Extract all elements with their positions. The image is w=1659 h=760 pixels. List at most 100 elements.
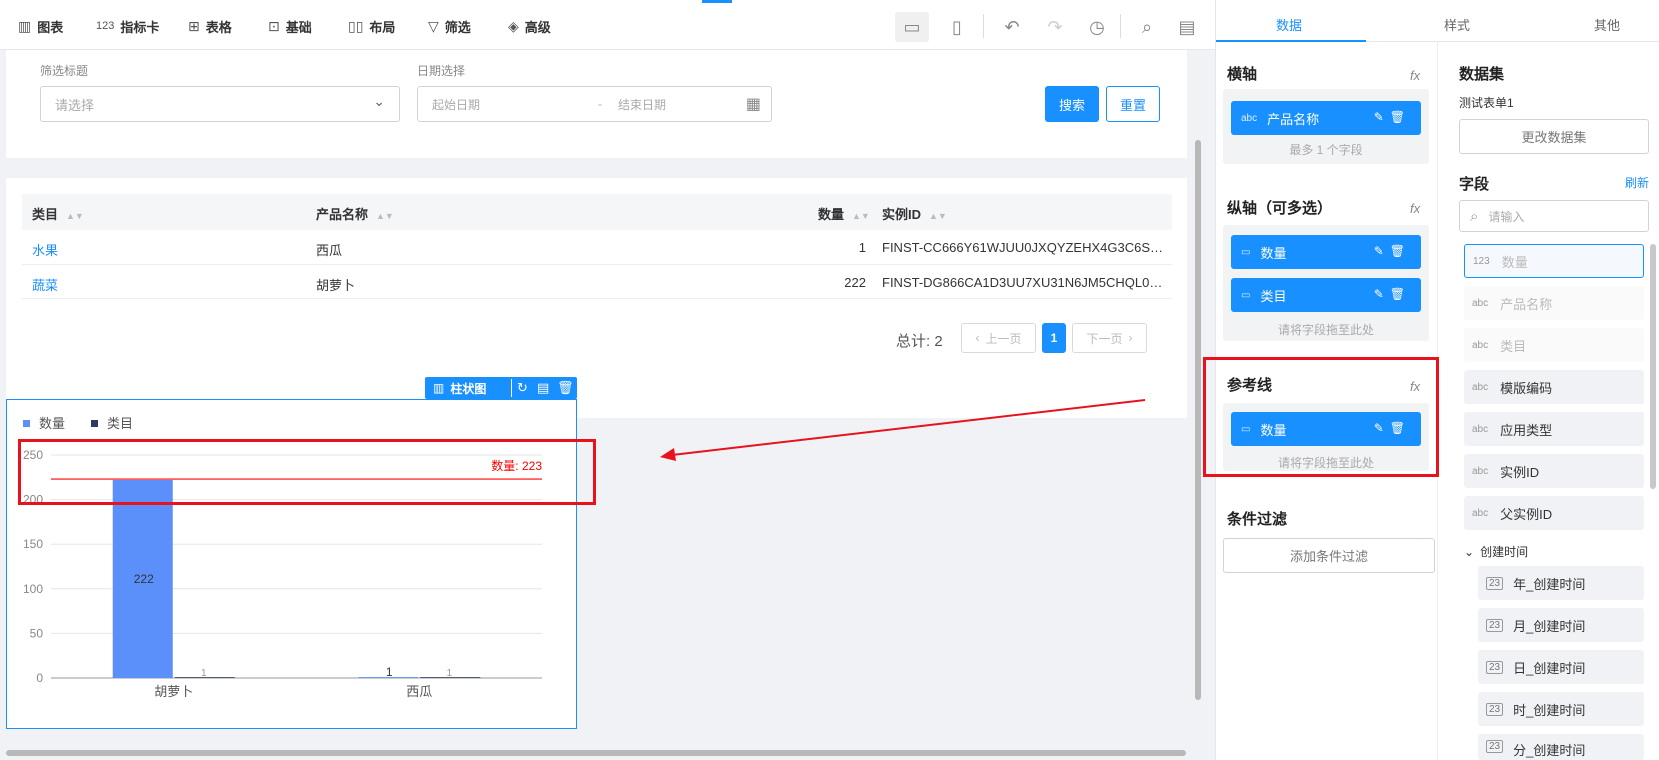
search-button[interactable]: 搜索 (1045, 86, 1099, 122)
data-label: 1 (446, 668, 452, 679)
page-1-button[interactable]: 1 (1042, 323, 1066, 353)
delete-icon[interactable]: 🗑 (1390, 287, 1411, 301)
start-date-input[interactable]: 起始日期 (432, 96, 480, 113)
text-type-icon: abc (1472, 507, 1489, 519)
date-field-item[interactable]: 23 日_创建时间 (1478, 650, 1644, 684)
y-axis-title: 纵轴（可多选） (1227, 200, 1333, 217)
calendar-icon: 23 (1486, 660, 1504, 674)
refresh-icon[interactable]: ↻ (517, 380, 528, 396)
col-header-qty[interactable]: 数量 ▲▼ (818, 204, 870, 223)
row-divider (22, 264, 1172, 265)
fields-title: 字段 (1459, 176, 1490, 193)
copy-icon[interactable]: ▤ (537, 380, 549, 396)
edit-icon[interactable]: ✎ (1374, 110, 1390, 124)
field-item[interactable]: abc 产品名称 (1464, 286, 1644, 320)
history-icon[interactable]: ◷ (1080, 12, 1114, 42)
category-select[interactable]: 请选择 ⌄ (40, 86, 400, 122)
cell-qty: 222 (844, 275, 866, 290)
field-item[interactable]: abc 类目 (1464, 328, 1644, 362)
tab-style[interactable]: 样式 (1444, 15, 1470, 34)
field-item[interactable]: abc 应用类型 (1464, 412, 1644, 446)
advanced-icon: ◈ (508, 17, 519, 34)
chevron-down-icon: ⌄ (373, 93, 385, 109)
fx-icon[interactable]: fx (1410, 68, 1420, 83)
search-icon[interactable]: ⌕ (1130, 12, 1164, 42)
calendar-icon: 23 (1486, 576, 1504, 590)
delete-icon[interactable]: 🗑 (557, 380, 574, 396)
tool-basic[interactable]: ⊡ 基础 (268, 16, 312, 36)
calendar-icon: ▦ (745, 96, 761, 113)
prev-page-button[interactable]: ‹ 上一页 (961, 323, 1036, 353)
tool-chart[interactable]: ▥ 图表 (18, 16, 63, 36)
date-field-item[interactable]: 23 分_创建时间 (1478, 734, 1644, 760)
fx-icon[interactable]: fx (1410, 201, 1420, 216)
chart-type-label[interactable]: 柱状图 (450, 380, 486, 397)
vertical-scrollbar[interactable] (1195, 140, 1201, 700)
cell-product: 西瓜 (316, 243, 343, 258)
legend-label: 类目 (107, 416, 133, 431)
field-item[interactable]: 123 数量 (1464, 244, 1644, 278)
edit-icon[interactable]: ✎ (1374, 287, 1390, 301)
tool-filter[interactable]: ▽ 筛选 (428, 16, 471, 36)
sort-icon[interactable]: ▲▼ (66, 211, 84, 221)
change-dataset-button[interactable]: 更改数据集 (1459, 119, 1649, 154)
field-group-created-time[interactable]: ⌄ 创建时间 (1464, 543, 1528, 560)
tool-table[interactable]: ⊞ 表格 (188, 16, 232, 36)
cell-id: FINST-DG866CA1D3UU7XU31N6JM5CHQL0… (882, 275, 1163, 290)
cell-category-link[interactable]: 水果 (32, 240, 58, 259)
horizontal-scrollbar[interactable] (6, 750, 1186, 756)
col-header-product[interactable]: 产品名称 ▲▼ (316, 204, 394, 223)
col-header-id[interactable]: 实例ID ▲▼ (882, 204, 947, 223)
calendar-icon: 23 (1486, 740, 1504, 753)
end-date-input[interactable]: 结束日期 (618, 96, 666, 113)
sort-icon[interactable]: ▲▼ (929, 211, 947, 221)
date-field-item[interactable]: 23 月_创建时间 (1478, 608, 1644, 642)
fx-icon[interactable]: fx (1410, 379, 1420, 394)
y-axis-field-pill[interactable]: ▭ 数量 ✎🗑 (1231, 235, 1421, 269)
field-item[interactable]: abc 实例ID (1464, 454, 1644, 488)
field-item[interactable]: abc 模版编码 (1464, 370, 1644, 404)
date-range-picker[interactable]: 起始日期 - 结束日期 ▦ (417, 86, 772, 122)
tool-advanced[interactable]: ◈ 高级 (508, 16, 551, 36)
reset-button[interactable]: 重置 (1106, 86, 1160, 122)
field-search-input[interactable]: ⌕ 请输入 (1459, 200, 1649, 232)
settings-doc-icon[interactable]: ▤ (1170, 12, 1204, 42)
cell-category-link[interactable]: 蔬菜 (32, 275, 58, 294)
edit-icon[interactable]: ✎ (1374, 421, 1390, 435)
date-field-item[interactable]: 23 时_创建时间 (1478, 692, 1644, 726)
delete-icon[interactable]: 🗑 (1390, 110, 1411, 124)
text-type-icon: abc (1472, 339, 1489, 351)
divider (983, 14, 984, 38)
refresh-link[interactable]: 刷新 (1625, 174, 1649, 191)
chevron-right-icon: › (1128, 331, 1133, 345)
undo-icon[interactable]: ↶ (995, 12, 1029, 42)
field-item[interactable]: abc 父实例ID (1464, 496, 1644, 530)
next-page-button[interactable]: 下一页 › (1072, 323, 1147, 353)
cell-id: FINST-CC666Y61WJUU0JXQYZEHX4G3C6S… (882, 240, 1164, 255)
mobile-view-icon[interactable]: ▯ (940, 12, 974, 42)
add-condition-button[interactable]: 添加条件过滤 (1223, 538, 1435, 573)
tool-number-card[interactable]: 123 指标卡 (96, 16, 159, 36)
tab-other[interactable]: 其他 (1594, 15, 1620, 34)
data-label: 1 (386, 665, 393, 679)
x-axis-field-pill[interactable]: abc 产品名称 ✎🗑 (1231, 101, 1421, 135)
date-field-item[interactable]: 23 年_创建时间 (1478, 566, 1644, 600)
tab-data[interactable]: 数据 (1276, 15, 1302, 34)
redo-icon[interactable]: ↷ (1038, 12, 1072, 42)
sort-icon[interactable]: ▲▼ (376, 211, 394, 221)
y-tick-label: 0 (36, 671, 43, 685)
delete-icon[interactable]: 🗑 (1390, 244, 1411, 258)
fields-scrollbar[interactable] (1650, 244, 1656, 489)
delete-icon[interactable]: 🗑 (1390, 421, 1411, 435)
table-card: 类目 ▲▼ 产品名称 ▲▼ 数量 ▲▼ 实例ID ▲▼ 水果 西瓜 1 FINST-CC… (6, 178, 1187, 418)
sort-icon[interactable]: ▲▼ (852, 211, 870, 221)
y-axis-field-pill[interactable]: ▭ 类目 ✎🗑 (1231, 278, 1421, 312)
text-type-icon: abc (1472, 423, 1489, 435)
ref-line-field-pill[interactable]: ▭ 数量 ✎🗑 (1231, 412, 1421, 446)
edit-icon[interactable]: ✎ (1374, 244, 1390, 258)
tool-layout[interactable]: ▯▯ 布局 (348, 16, 395, 36)
dataset-title: 数据集 (1459, 66, 1505, 83)
desktop-view-icon[interactable]: ▭ (895, 12, 929, 42)
col-header-category[interactable]: 类目 ▲▼ (32, 204, 84, 223)
bar-chart-icon: ▥ (433, 381, 445, 395)
